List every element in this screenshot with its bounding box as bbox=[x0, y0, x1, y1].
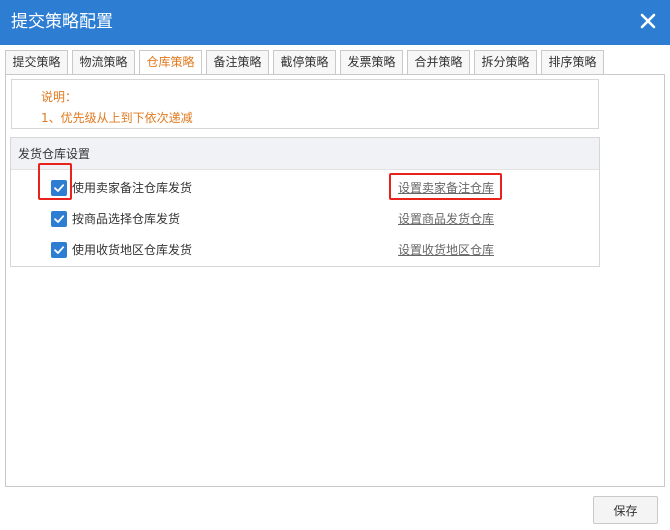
note-text: 1、优先级从上到下依次递减 bbox=[41, 111, 193, 125]
dialog-title: 提交策略配置 bbox=[11, 12, 113, 32]
close-icon[interactable] bbox=[638, 10, 658, 32]
dialog-titlebar: 提交策略配置 bbox=[0, 0, 670, 45]
tab-sort-strategy[interactable]: 排序策略 bbox=[541, 50, 604, 74]
dialog-body: 提交策略 物流策略 仓库策略 备注策略 截停策略 发票策略 合并策略 拆分策略 … bbox=[0, 45, 670, 530]
checkbox-highlight-box bbox=[38, 163, 72, 200]
region-warehouse-checkbox[interactable] bbox=[51, 242, 67, 258]
dialog-footer: 保存 bbox=[0, 487, 670, 530]
product-warehouse-checkbox[interactable] bbox=[51, 211, 67, 227]
tab-warehouse-strategy[interactable]: 仓库策略 bbox=[139, 50, 202, 75]
link-highlight-box bbox=[389, 173, 502, 200]
region-warehouse-label: 使用收货地区仓库发货 bbox=[72, 243, 193, 257]
note-heading: 说明： bbox=[41, 90, 78, 104]
tab-merge-strategy[interactable]: 合并策略 bbox=[407, 50, 470, 74]
tab-split-strategy[interactable]: 拆分策略 bbox=[474, 50, 537, 74]
tab-invoice-strategy[interactable]: 发票策略 bbox=[340, 50, 403, 74]
setting-row: 使用收货地区仓库发货 设置收货地区仓库 bbox=[11, 238, 599, 262]
set-product-warehouse-link[interactable]: 设置商品发货仓库 bbox=[398, 211, 494, 227]
group-heading: 发货仓库设置 bbox=[18, 147, 91, 161]
tab-logistics-strategy[interactable]: 物流策略 bbox=[72, 50, 135, 74]
tab-intercept-strategy[interactable]: 截停策略 bbox=[273, 50, 336, 74]
product-warehouse-label: 按商品选择仓库发货 bbox=[72, 212, 181, 226]
note-box: 说明： 1、优先级从上到下依次递减 bbox=[11, 79, 599, 129]
set-region-warehouse-link[interactable]: 设置收货地区仓库 bbox=[398, 242, 494, 258]
shipping-warehouse-settings: 发货仓库设置 使用卖家备注仓库发货 设置卖家备注仓库 按商品选择仓库发货 设置商… bbox=[10, 137, 600, 267]
group-header: 发货仓库设置 bbox=[11, 138, 599, 170]
warehouse-strategy-panel: 说明： 1、优先级从上到下依次递减 发货仓库设置 使用卖家备注仓库发货 设置卖家… bbox=[5, 74, 665, 487]
tab-remark-strategy[interactable]: 备注策略 bbox=[206, 50, 269, 74]
tab-submit-strategy[interactable]: 提交策略 bbox=[5, 50, 68, 74]
setting-row: 使用卖家备注仓库发货 设置卖家备注仓库 bbox=[11, 176, 599, 200]
setting-row: 按商品选择仓库发货 设置商品发货仓库 bbox=[11, 207, 599, 231]
save-button[interactable]: 保存 bbox=[593, 496, 658, 524]
strategy-tabs: 提交策略 物流策略 仓库策略 备注策略 截停策略 发票策略 合并策略 拆分策略 … bbox=[5, 50, 608, 75]
seller-remark-warehouse-label: 使用卖家备注仓库发货 bbox=[72, 181, 193, 195]
